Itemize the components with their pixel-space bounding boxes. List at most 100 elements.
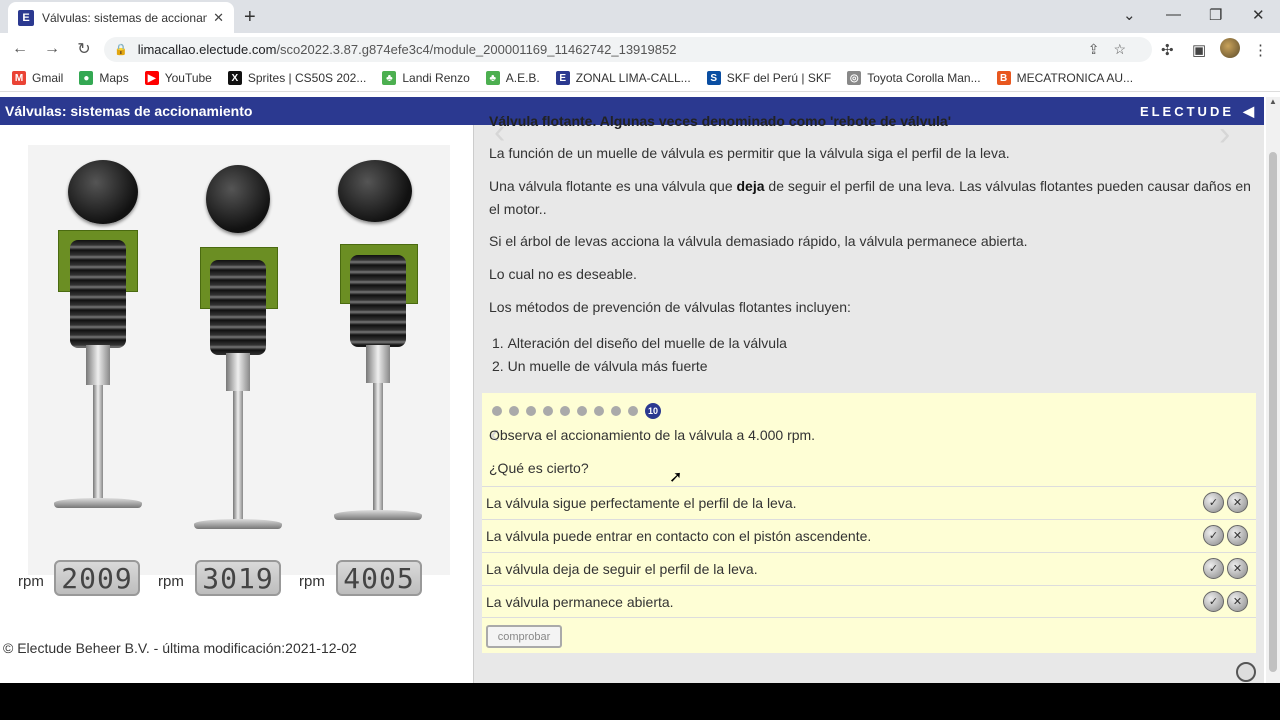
copyright-text: © Electude Beheer B.V. - última modifica… bbox=[3, 640, 357, 656]
restore-icon[interactable]: ❐ bbox=[1209, 6, 1222, 24]
bookmark-item[interactable]: X Sprites | CS50S 202... bbox=[227, 71, 367, 85]
scrollbar-thumb[interactable] bbox=[1269, 152, 1277, 672]
feedback-speech-icon[interactable] bbox=[1236, 662, 1256, 682]
check-button[interactable]: comprobar bbox=[486, 625, 562, 648]
module-title: Válvulas: sistemas de accionamiento bbox=[5, 103, 253, 119]
url-host: limacallao.electude.com bbox=[137, 42, 277, 57]
true-button[interactable]: ✓ bbox=[1203, 525, 1224, 546]
step-dot[interactable] bbox=[492, 406, 502, 416]
mouse-cursor-icon: ➚ bbox=[669, 469, 683, 486]
answer-row: La válvula permanece abierta. ✓ ✕ bbox=[482, 585, 1256, 618]
rpm-display: 4005 bbox=[336, 560, 422, 596]
maps-icon: ● bbox=[79, 71, 94, 85]
rpm-label: rpm bbox=[299, 573, 325, 590]
current-step-dot[interactable]: 10 bbox=[645, 403, 661, 419]
bookmark-label: YouTube bbox=[164, 71, 212, 85]
bookmark-label: MECATRONICA AU... bbox=[1016, 71, 1134, 85]
step-dot[interactable] bbox=[509, 406, 519, 416]
forward-icon[interactable]: → bbox=[40, 40, 64, 58]
bookmark-star-icon[interactable]: ☆ bbox=[1113, 41, 1140, 57]
step-dot[interactable] bbox=[594, 406, 604, 416]
step-dot[interactable] bbox=[577, 406, 587, 416]
reload-icon[interactable]: ↻ bbox=[72, 39, 96, 59]
true-button[interactable]: ✓ bbox=[1203, 591, 1224, 612]
side-panel-icon[interactable]: ▣ bbox=[1192, 41, 1206, 59]
close-window-icon[interactable]: ✕ bbox=[1252, 6, 1265, 24]
youtube-icon: ▶ bbox=[144, 71, 159, 85]
rpm-display: 2009 bbox=[54, 560, 140, 596]
bookmark-label: SKF del Perú | SKF bbox=[726, 71, 832, 85]
close-tab-icon[interactable]: ✕ bbox=[213, 10, 224, 26]
url-path: /sco2022.3.87.g874efe3c4/module_20000116… bbox=[276, 42, 677, 57]
bookmark-item[interactable]: ♣ Landi Renzo bbox=[382, 71, 470, 85]
tab-title: Válvulas: sistemas de accionamie bbox=[42, 10, 208, 25]
step-dot[interactable] bbox=[526, 406, 536, 416]
leaf-icon: ♣ bbox=[382, 71, 397, 85]
bookmark-label: Toyota Corolla Man... bbox=[867, 71, 981, 85]
browser-tab[interactable]: E Válvulas: sistemas de accionamie ✕ bbox=[8, 2, 234, 33]
section-heading: Válvula flotante. Algunas veces denomina… bbox=[489, 113, 952, 129]
question-prompt: ¿Qué es cierto? bbox=[489, 460, 589, 476]
bookmark-item[interactable]: B MECATRONICA AU... bbox=[996, 71, 1134, 85]
lesson-pane: Válvula flotante. Algunas veces denomina… bbox=[474, 113, 1264, 683]
bookmark-label: A.E.B. bbox=[505, 71, 540, 85]
step-dot[interactable] bbox=[560, 406, 570, 416]
step-dot[interactable] bbox=[628, 406, 638, 416]
bookmark-item[interactable]: ● Maps bbox=[79, 71, 129, 85]
electude-favicon-icon: E bbox=[18, 9, 34, 26]
true-button[interactable]: ✓ bbox=[1203, 558, 1224, 579]
x-icon: X bbox=[227, 71, 242, 85]
page-content: Válvulas: sistemas de accionamiento ELEC… bbox=[0, 92, 1280, 683]
true-button[interactable]: ✓ bbox=[1203, 492, 1224, 513]
quiz-panel: 10 ‹ Observa el accionamiento de la válv… bbox=[482, 393, 1256, 653]
leaf-icon: ♣ bbox=[485, 71, 500, 85]
valve-animation-image bbox=[28, 145, 450, 575]
answer-text: La válvula sigue perfectamente el perfil… bbox=[486, 495, 797, 511]
rpm-label: rpm bbox=[18, 573, 44, 590]
false-button[interactable]: ✕ bbox=[1227, 558, 1248, 579]
scrollbar[interactable]: ▲ bbox=[1266, 97, 1280, 683]
step-dot[interactable] bbox=[611, 406, 621, 416]
paragraph: Lo cual no es deseable. bbox=[489, 266, 637, 282]
bookmark-item[interactable]: M Gmail bbox=[12, 71, 63, 85]
rpm-label: rpm bbox=[158, 573, 184, 590]
list-item: Un muelle de válvula más fuerte bbox=[492, 355, 787, 378]
animation-pane: rpm 2009 rpm 3019 rpm 4005 © Electude Be… bbox=[0, 125, 473, 683]
new-tab-icon[interactable]: + bbox=[244, 6, 256, 29]
share-icon[interactable]: ⇪ bbox=[1088, 41, 1114, 57]
browser-toolbar: ← → ↻ 🔒 limacallao.electude.com/sco2022.… bbox=[0, 33, 1280, 65]
false-button[interactable]: ✕ bbox=[1227, 492, 1248, 513]
bookmark-label: ZONAL LIMA-CALL... bbox=[575, 71, 691, 85]
toyota-icon: ◎ bbox=[847, 71, 862, 85]
prevention-list: Alteración del diseño del muelle de la v… bbox=[492, 332, 787, 378]
step-dot[interactable] bbox=[543, 406, 553, 416]
avatar[interactable] bbox=[1220, 38, 1240, 58]
bookmark-item[interactable]: ▶ YouTube bbox=[144, 71, 212, 85]
answer-text: La válvula deja de seguir el perfil de l… bbox=[486, 561, 758, 577]
gmail-icon: M bbox=[12, 71, 26, 85]
answer-text: La válvula puede entrar en contacto con … bbox=[486, 528, 872, 544]
tab-search-icon[interactable]: ⌄ bbox=[1123, 6, 1136, 24]
collapse-arrow-icon[interactable]: ◀ bbox=[1243, 103, 1254, 120]
bookmark-label: Gmail bbox=[32, 71, 64, 85]
bookmark-item[interactable]: E ZONAL LIMA-CALL... bbox=[555, 71, 691, 85]
bookmark-label: Sprites | CS50S 202... bbox=[247, 71, 367, 85]
bookmark-item[interactable]: ◎ Toyota Corolla Man... bbox=[847, 71, 981, 85]
step-indicator: 10 bbox=[492, 403, 668, 419]
false-button[interactable]: ✕ bbox=[1227, 591, 1248, 612]
bookmark-item[interactable]: S SKF del Perú | SKF bbox=[706, 71, 832, 85]
address-bar[interactable]: 🔒 limacallao.electude.com/sco2022.3.87.g… bbox=[104, 37, 1152, 62]
extensions-icon[interactable]: ✣ bbox=[1161, 41, 1174, 59]
scroll-up-icon[interactable]: ▲ bbox=[1269, 97, 1277, 106]
false-button[interactable]: ✕ bbox=[1227, 525, 1248, 546]
paragraph: Los métodos de prevención de válvulas fl… bbox=[489, 299, 851, 315]
bookmark-item[interactable]: ♣ A.E.B. bbox=[485, 71, 540, 85]
rpm-display: 3019 bbox=[195, 560, 281, 596]
minimize-icon[interactable]: — bbox=[1166, 6, 1181, 23]
answer-row: La válvula puede entrar en contacto con … bbox=[482, 519, 1256, 552]
skf-icon: S bbox=[706, 71, 721, 85]
browser-tab-strip: E Válvulas: sistemas de accionamie ✕ + ⌄… bbox=[0, 0, 1280, 33]
lock-icon[interactable]: 🔒 bbox=[114, 43, 128, 56]
menu-icon[interactable]: ⋮ bbox=[1253, 41, 1268, 59]
back-icon[interactable]: ← bbox=[8, 40, 32, 58]
